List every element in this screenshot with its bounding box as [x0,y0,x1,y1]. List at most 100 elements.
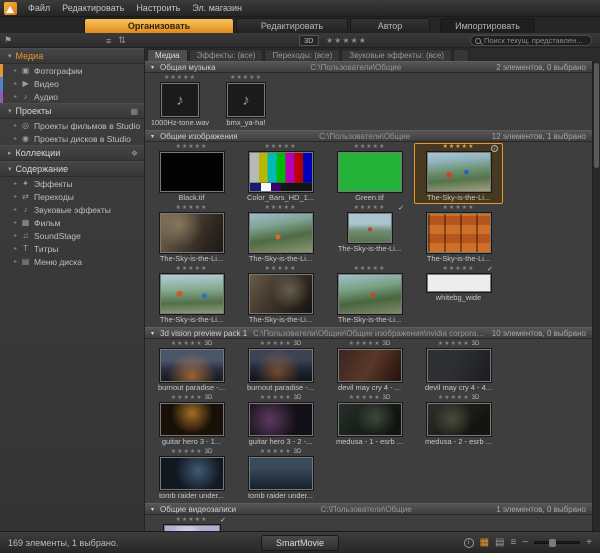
main-tab-2[interactable]: Редактировать [236,18,348,33]
media-item[interactable]: ★★★★★The-Sky-is-the-Li... [147,265,236,326]
sidebar-item[interactable]: ▸▶Видео [0,77,144,90]
star-rating[interactable]: ★★★★★3D [171,341,213,348]
tree-list-icon[interactable]: ≡ [106,36,111,46]
star-rating[interactable]: ★★★★★ [354,266,386,273]
media-item[interactable]: ★★★★★Color_Bars_HD_1... [236,143,325,204]
media-item[interactable]: ★★★★★3Ddevil may cry 4 - 4... [414,340,503,394]
star-rating[interactable]: ★★★★★ [176,205,208,212]
menu-item[interactable]: Эл. магазин [186,0,248,16]
media-item[interactable]: ★★★★★The-Sky-is-the-Li... [236,265,325,326]
3d-filter-button[interactable]: 3D [299,35,319,46]
sidebar-item[interactable]: ▸✦Эффекты [0,177,144,190]
group-header[interactable]: ▾Общие изображенияC:\Пользователи\Общие1… [145,130,592,142]
content-tab-stub[interactable] [453,49,469,61]
media-item[interactable]: ★★★★★♪bmx_ya-ha! [213,74,279,129]
thumbnail[interactable] [160,457,224,490]
star-rating[interactable]: ★★★★★ [265,144,297,151]
thumbnail[interactable] [338,152,402,192]
media-item[interactable]: ★★★★★♪1000Hz-tone.wav [147,74,213,129]
thumbnail[interactable] [249,152,313,192]
group-header[interactable]: ▾3d vision preview pack 1C:\Пользователи… [145,327,592,339]
media-item[interactable]: ★★★★★3Dburnout paradise -... [147,340,236,394]
thumbnail[interactable] [160,403,224,436]
group-header[interactable]: ▾Общие видеозаписиC:\Пользователи\Общие1… [145,503,592,515]
group-header[interactable]: ▾Общая музыкаC:\Пользователи\Общие2 элем… [145,61,592,73]
media-item[interactable]: ★★★★★3Dtomb raider under... [147,448,236,502]
thumbnail-view-icon[interactable]: ▦ [480,538,489,548]
scrollbar-thumb[interactable] [594,63,599,168]
thumbnail[interactable] [249,274,313,314]
media-item[interactable]: ★★★★★3Dguitar hero 3 - 1... [147,394,236,448]
thumbnail[interactable] [338,274,402,314]
sidebar-item[interactable]: ▸◉Проекты дисков в Studio [0,132,144,145]
item-info-icon[interactable]: i [491,145,498,152]
thumbnail[interactable] [338,403,402,436]
sidebar-section-header[interactable]: ▾Содержание [0,161,144,177]
main-tab-4[interactable]: Импортировать [440,18,535,33]
tag-icon[interactable]: ⚑ [4,33,12,48]
menu-item[interactable]: Редактировать [56,0,130,16]
media-item[interactable]: ★★★★★Green.tif [325,143,414,204]
collapse-icon[interactable]: ▾ [151,133,154,140]
media-item[interactable]: ★★★★★iThe-Sky-is-the-Li... [414,143,503,204]
smartmovie-button[interactable]: SmartMovie [261,535,339,551]
media-item[interactable]: ★★★★★The-Sky-is-the-Li... [147,204,236,265]
collapse-icon[interactable]: ▾ [151,506,154,513]
content-tab[interactable]: Медиа [147,49,188,61]
main-tab-3[interactable]: Автор [350,18,430,33]
menu-item[interactable]: Настроить [130,0,186,16]
thumbnail[interactable] [427,274,491,292]
sidebar-item[interactable]: ▸◎Проекты фильмов в Studio [0,119,144,132]
media-item[interactable]: ★★★★★✓the-sky-is-the-limit [147,516,236,531]
thumbnail[interactable] [249,213,313,253]
thumbnail[interactable] [160,274,224,314]
star-rating[interactable]: ★★★★★ [265,205,297,212]
thumbnail[interactable]: ♪ [227,83,265,117]
star-rating[interactable]: ★★★★★3D [349,341,391,348]
sidebar-item[interactable]: ▸TТитры [0,242,144,255]
star-rating[interactable]: ★★★★★ [164,75,196,82]
sidebar-section-header[interactable]: ▸Коллекции❖ [0,145,144,161]
media-item[interactable]: ★★★★★The-Sky-is-the-Li... [236,204,325,265]
media-item[interactable]: ★★★★★3Dburnout paradise -... [236,340,325,394]
star-rating[interactable]: ★★★★★ [443,266,475,273]
star-rating[interactable]: ★★★★★3D [349,395,391,402]
media-item[interactable]: ★★★★★3Ddevil may cry 4 - ... [325,340,414,394]
star-rating[interactable]: ★★★★★3D [171,449,213,456]
scrollbar[interactable] [592,61,600,531]
star-rating[interactable]: ★★★★★ [176,144,208,151]
thumbnail[interactable] [427,152,491,192]
main-tab-1[interactable]: Организовать [84,18,234,33]
detail-view-icon[interactable]: ▤ [495,538,504,548]
thumbnail[interactable] [348,213,392,243]
star-rating[interactable]: ★★★★★ [443,205,475,212]
star-rating[interactable]: ★★★★★ [443,144,475,151]
star-rating[interactable]: ★★★★★ [354,205,386,212]
sidebar-item[interactable]: ▸♪Звуковые эффекты [0,203,144,216]
content-tab[interactable]: Звуковые эффекты: (все) [341,49,452,61]
thumbnail[interactable] [160,349,224,382]
thumbnail[interactable] [160,152,224,192]
zoom-out-icon[interactable]: − [522,538,528,548]
star-rating[interactable]: ★★★★★ [176,266,208,273]
content-tab[interactable]: Переходы: (все) [264,49,340,61]
sidebar-item[interactable]: ▸♫SoundStage [0,229,144,242]
rating-filter-stars[interactable]: ★★★★★ [326,33,367,48]
thumbnail[interactable] [427,349,491,382]
thumbnail[interactable]: ♪ [161,83,199,117]
collapse-icon[interactable]: ▾ [151,64,154,71]
sidebar-item[interactable]: ▸▦Фильм [0,216,144,229]
media-item[interactable]: ★★★★★3Dtomb raider under... [236,448,325,502]
media-item[interactable]: ★★★★★3Dmedusa - 2 - esrb ... [414,394,503,448]
star-rating[interactable]: ★★★★★3D [260,341,302,348]
sidebar-section-header[interactable]: ▾Проекты▦ [0,103,144,119]
sidebar-item[interactable]: ▸▤Меню диска [0,255,144,268]
search-box[interactable] [470,35,592,46]
media-item[interactable]: ★★★★★The-Sky-is-the-Li... [414,204,503,265]
star-rating[interactable]: ★★★★★ [354,144,386,151]
star-rating[interactable]: ★★★★★ [230,75,262,82]
sidebar-item[interactable]: ▸♪Аудио [0,90,144,103]
sort-icon[interactable]: ⇅ [118,35,126,46]
sidebar-item[interactable]: ▸▣Фотографии [0,64,144,77]
star-rating[interactable]: ★★★★★3D [438,341,480,348]
